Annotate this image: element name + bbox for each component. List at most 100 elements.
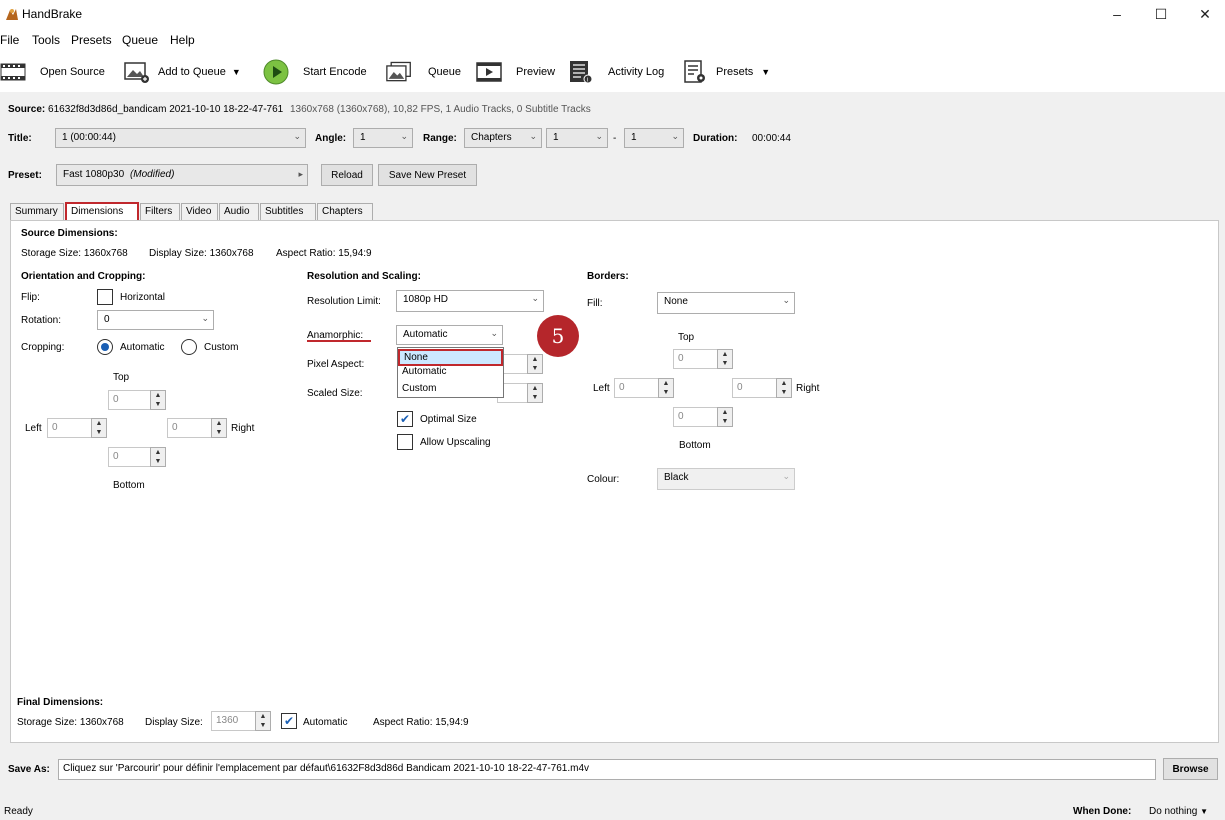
anamorphic-underline-annotation: [307, 340, 371, 342]
range-from-select[interactable]: 1 ⌄: [546, 128, 608, 148]
crop-right-value: 0: [172, 422, 178, 433]
crop-top-input[interactable]: 0 ▲ ▼: [108, 390, 166, 410]
handbrake-logo-icon: [6, 9, 18, 20]
resolution-limit-select[interactable]: 1080p HD ⌄: [396, 290, 544, 312]
angle-select[interactable]: 1 ⌄: [353, 128, 413, 148]
final-display-size-value: 1360: [216, 715, 239, 726]
colour-value: Black: [664, 472, 689, 483]
queue-button[interactable]: Queue: [386, 58, 461, 86]
title-select[interactable]: 1 (00:00:44) ⌄: [55, 128, 306, 148]
when-done-value: Do nothing: [1149, 806, 1198, 817]
final-automatic-checkbox[interactable]: ✔: [281, 713, 297, 729]
anamorphic-option-automatic[interactable]: Automatic: [398, 366, 503, 379]
tab-chapters[interactable]: Chapters: [317, 203, 373, 221]
crop-left-input[interactable]: 0 ▲ ▼: [47, 418, 107, 438]
presets-button[interactable]: Presets ▼: [682, 58, 770, 86]
crop-left-label: Left: [25, 423, 42, 434]
optimal-size-label: Optimal Size: [420, 414, 477, 425]
range-select[interactable]: Chapters ⌄: [464, 128, 542, 148]
close-button[interactable]: ✕: [1182, 0, 1225, 28]
minimize-button[interactable]: –: [1094, 0, 1140, 28]
border-left-input[interactable]: 0 ▲ ▼: [614, 378, 674, 398]
spinner-arrows-icon[interactable]: ▲ ▼: [91, 418, 107, 438]
border-bottom-input[interactable]: 0 ▲ ▼: [673, 407, 733, 427]
source-name: 61632f8d3d86d_bandicam 2021-10-10 18-22-…: [48, 104, 284, 115]
tab-video[interactable]: Video: [181, 203, 218, 221]
reload-button[interactable]: Reload: [321, 164, 373, 186]
scaled-size-label: Scaled Size:: [307, 388, 363, 399]
crop-custom-radio[interactable]: [181, 339, 197, 355]
maximize-button[interactable]: ☐: [1138, 0, 1184, 28]
spinner-arrows-icon[interactable]: ▲ ▼: [211, 418, 227, 438]
allow-upscaling-label: Allow Upscaling: [420, 437, 491, 448]
preview-button[interactable]: Preview: [476, 58, 555, 86]
tab-filters[interactable]: Filters: [140, 203, 180, 221]
when-done-select[interactable]: Do nothing ▼: [1149, 806, 1208, 817]
save-as-label: Save As:: [8, 764, 50, 775]
spinner-arrows-icon[interactable]: ▲ ▼: [717, 349, 733, 369]
menu-queue[interactable]: Queue: [122, 33, 158, 47]
spinner-arrows-icon[interactable]: ▲ ▼: [255, 711, 271, 731]
menu-presets[interactable]: Presets: [71, 33, 112, 47]
anamorphic-option-none[interactable]: None: [398, 349, 503, 366]
anamorphic-option-custom[interactable]: Custom: [398, 382, 503, 397]
menu-help[interactable]: Help: [170, 33, 195, 47]
preset-select[interactable]: Fast 1080p30 (Modified) ▸: [56, 164, 308, 186]
source-storage-size: Storage Size: 1360x768: [21, 248, 128, 259]
save-as-input[interactable]: Cliquez sur 'Parcourir' pour définir l'e…: [58, 759, 1156, 780]
final-display-size-input[interactable]: 1360 ▲ ▼: [211, 711, 271, 731]
film-strip-icon: [0, 60, 26, 84]
chevron-down-icon: ⌄: [782, 295, 790, 305]
source-display-size: Display Size: 1360x768: [149, 248, 254, 259]
chevron-down-icon: ⌄: [201, 313, 209, 323]
optimal-size-checkbox[interactable]: ✔: [397, 411, 413, 427]
range-label: Range:: [423, 133, 457, 144]
menu-bar: File Tools Presets Queue Help: [0, 28, 1225, 52]
spinner-arrows-icon[interactable]: ▲ ▼: [776, 378, 792, 398]
browse-button[interactable]: Browse: [1163, 758, 1218, 780]
tab-audio[interactable]: Audio: [219, 203, 259, 221]
tab-subtitles[interactable]: Subtitles: [260, 203, 316, 221]
chevron-down-icon: ⌄: [293, 131, 301, 141]
spinner-arrows-icon[interactable]: ▲ ▼: [150, 447, 166, 467]
chevron-down-icon: ⌄: [529, 131, 537, 141]
range-to-select[interactable]: 1 ⌄: [624, 128, 684, 148]
source-dimensions-heading: Source Dimensions:: [21, 228, 118, 239]
border-right-input[interactable]: 0 ▲ ▼: [732, 378, 792, 398]
add-to-queue-button[interactable]: Add to Queue ▼: [124, 58, 241, 86]
open-source-button[interactable]: Open Source: [0, 58, 105, 86]
flip-horizontal-checkbox[interactable]: [97, 289, 113, 305]
spinner-arrows-icon[interactable]: ▲ ▼: [658, 378, 674, 398]
tab-summary[interactable]: Summary: [10, 203, 64, 221]
border-right-value: 0: [737, 382, 743, 393]
spinner-arrows-icon[interactable]: ▲ ▼: [717, 407, 733, 427]
rotation-select[interactable]: 0 ⌄: [97, 310, 214, 330]
crop-bottom-input[interactable]: 0 ▲ ▼: [108, 447, 166, 467]
start-encode-button[interactable]: Start Encode: [263, 58, 367, 86]
title-bar: HandBrake – ☐ ✕: [0, 0, 1225, 28]
activity-log-button[interactable]: i Activity Log: [568, 58, 664, 86]
spinner-arrows-icon[interactable]: ▲ ▼: [150, 390, 166, 410]
crop-automatic-radio[interactable]: [97, 339, 113, 355]
menu-file[interactable]: File: [0, 33, 19, 47]
spinner-arrows-icon[interactable]: ▲ ▼: [527, 354, 543, 374]
queue-icon: [386, 60, 412, 84]
menu-tools[interactable]: Tools: [32, 33, 60, 47]
crop-custom-label: Custom: [204, 342, 239, 353]
anamorphic-dropdown-list: None Automatic Custom: [397, 347, 504, 398]
range-value: Chapters: [471, 132, 512, 143]
window-title: HandBrake: [22, 7, 83, 21]
anamorphic-select[interactable]: Automatic ⌄: [396, 325, 503, 345]
border-top-value: 0: [678, 353, 684, 364]
add-picture-icon: [124, 60, 150, 84]
crop-right-input[interactable]: 0 ▲ ▼: [167, 418, 227, 438]
spinner-arrows-icon[interactable]: ▲ ▼: [527, 383, 543, 403]
chevron-down-icon: ⌄: [400, 131, 408, 141]
chevron-down-icon: ⌄: [782, 471, 790, 481]
chevron-down-icon: ⌄: [490, 328, 498, 338]
border-top-input[interactable]: 0 ▲ ▼: [673, 349, 733, 369]
allow-upscaling-checkbox[interactable]: [397, 434, 413, 450]
fill-select[interactable]: None ⌄: [657, 292, 795, 314]
save-new-preset-button[interactable]: Save New Preset: [378, 164, 477, 186]
colour-select[interactable]: Black ⌄: [657, 468, 795, 490]
